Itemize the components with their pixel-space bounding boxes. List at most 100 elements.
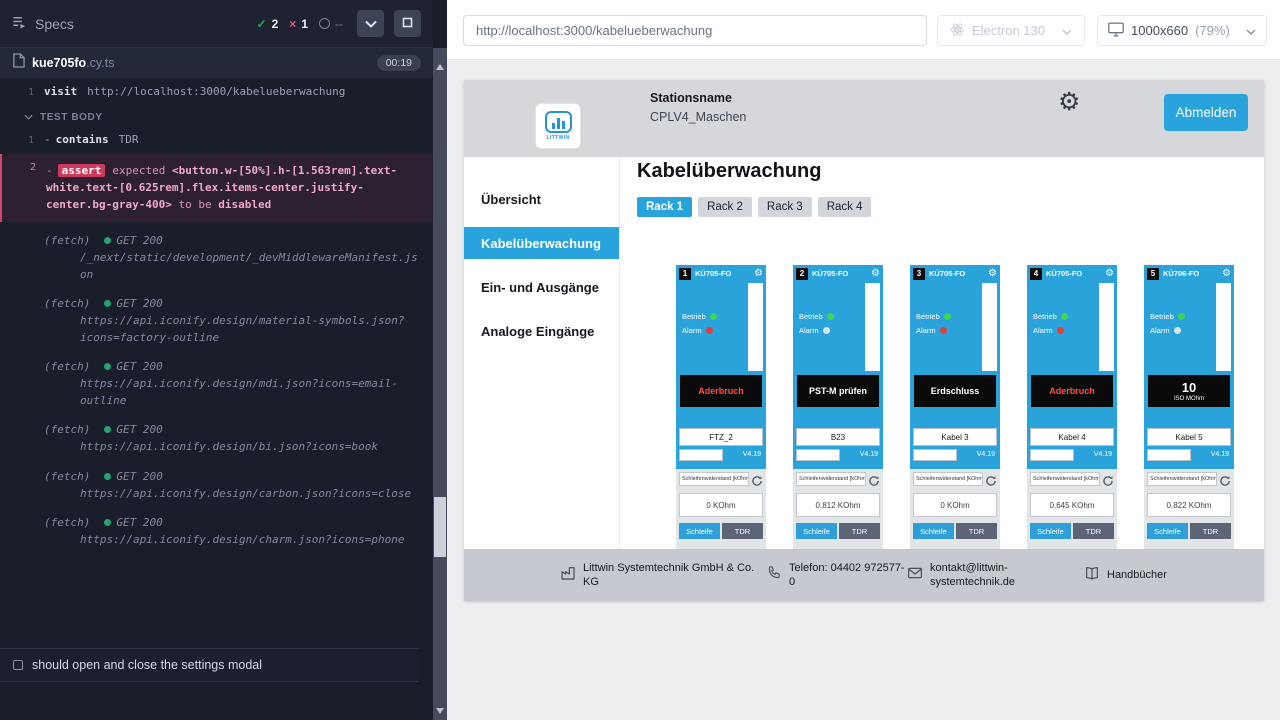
tdr-button[interactable]: TDR [839, 523, 880, 539]
pending-count: -- [335, 17, 343, 31]
chevron-down-icon [1246, 23, 1256, 38]
settings-gear-icon[interactable]: ⚙ [1058, 90, 1080, 115]
status-display: 10ISO MOhm [1148, 375, 1230, 407]
failed-assert-row[interactable]: 2 -assertexpected <button.w-[50%].h-[1.5… [0, 154, 433, 222]
fetch-log-row[interactable]: (fetch)GET 200 https://api.iconify.desig… [0, 423, 433, 456]
fetch-url: /_next/static/development/_devMiddleware… [80, 250, 419, 283]
contains-command-row[interactable]: 1 - contains TDR [0, 130, 433, 149]
schleife-button[interactable]: Schleife [1147, 523, 1188, 539]
browser-bar: Electron 130 1000x660 (79%) [447, 0, 1280, 60]
viewport-select[interactable]: 1000x660 (79%) [1097, 15, 1267, 46]
refresh-icon[interactable] [985, 474, 997, 486]
runner-scrollbar[interactable] [433, 48, 447, 720]
tdr-button[interactable]: TDR [1073, 523, 1114, 539]
resistance-label: Schleifenwiderstand [kOhm] [1033, 476, 1100, 482]
schleife-button[interactable]: Schleife [679, 523, 720, 539]
fetch-log-row[interactable]: (fetch)GET 200 https://api.iconify.desig… [0, 470, 433, 503]
scrollbar-thumb[interactable] [434, 497, 446, 557]
fetch-log-row[interactable]: (fetch)GET 200 https://api.iconify.desig… [0, 297, 433, 346]
level-meter [748, 283, 763, 371]
stop-button[interactable] [394, 10, 421, 37]
refresh-icon[interactable] [1102, 474, 1114, 486]
command-arg: http://localhost:3000/kabelueberwachung [87, 85, 345, 98]
resistance-label: Schleifenwiderstand [kOhm] [1150, 476, 1217, 482]
schleife-button[interactable]: Schleife [913, 523, 954, 539]
refresh-icon[interactable] [868, 474, 880, 486]
device-gear-icon[interactable]: ⚙ [1105, 269, 1114, 279]
schleife-button[interactable]: Schleife [796, 523, 837, 539]
stop-icon [402, 15, 413, 33]
company-name: Littwin Systemtechnik GmbH & Co. KG [583, 561, 771, 590]
tdr-button[interactable]: TDR [956, 523, 997, 539]
device-gear-icon[interactable]: ⚙ [1222, 269, 1231, 279]
level-meter [1099, 283, 1114, 371]
alarm-label: Alarm [916, 326, 936, 335]
viewport-icon [1108, 22, 1124, 40]
alarm-label: Alarm [1033, 326, 1053, 335]
fetch-method: GET 200 [116, 360, 162, 373]
refresh-icon[interactable] [751, 474, 763, 486]
assert-expected-word: expected [112, 164, 165, 177]
cable-name: B23 [796, 428, 880, 446]
device-card: 5KÜ706-FO⚙ Betrieb Alarm 10ISO MOhm Kabe… [1144, 265, 1234, 585]
status-subtext: ISO MOhm [1174, 396, 1204, 402]
collapse-button[interactable] [357, 10, 384, 37]
url-input[interactable] [463, 15, 927, 46]
device-card: 1KÜ705-FO⚙ Betrieb Alarm Aderbruch FTZ_2… [676, 265, 766, 585]
fetch-label: (fetch) [44, 234, 90, 247]
tdr-button[interactable]: TDR [1190, 523, 1231, 539]
visit-command-row[interactable]: 1 visit http://localhost:3000/kabelueber… [0, 82, 433, 101]
logout-button[interactable]: Abmelden [1164, 94, 1248, 131]
app-sidebar: Übersicht Kabelüberwachung Ein- und Ausg… [464, 157, 620, 601]
footer-phone: Telefon: 04402 972577-0 [767, 549, 907, 601]
device-number: 5 [1147, 268, 1159, 280]
failed-count: 1 [301, 17, 308, 31]
sidebar-item-uebersicht[interactable]: Übersicht [464, 183, 619, 215]
fetch-log-row[interactable]: (fetch)GET 200 /_next/static/development… [0, 234, 433, 283]
dash: - [46, 164, 53, 177]
firmware-version: V4.19 [977, 451, 995, 458]
device-gear-icon[interactable]: ⚙ [871, 269, 880, 279]
viewport-size: 1000x660 [1131, 23, 1188, 38]
sidebar-item-kabelueberwachung[interactable]: Kabelüberwachung [464, 227, 619, 259]
status-text: Aderbruch [698, 386, 744, 396]
spec-file-row[interactable]: kue705fo.cy.ts 00:19 [0, 48, 433, 78]
line-number: 1 [0, 135, 34, 146]
fetch-label: (fetch) [44, 360, 90, 373]
passed-stat: ✓2 [257, 17, 279, 31]
footer-manuals-link[interactable]: Handbücher [1084, 549, 1167, 601]
tab-rack-1[interactable]: Rack 1 [637, 197, 692, 217]
alarm-label: Alarm [1150, 326, 1170, 335]
book-icon [1084, 565, 1100, 586]
schleife-button[interactable]: Schleife [1030, 523, 1071, 539]
firmware-version: V4.19 [1211, 451, 1229, 458]
next-test-row[interactable]: should open and close the settings modal [0, 648, 419, 682]
alarm-label: Alarm [799, 326, 819, 335]
tab-rack-2[interactable]: Rack 2 [698, 197, 752, 217]
sidebar-item-analoge-eingaenge[interactable]: Analoge Eingänge [464, 315, 619, 347]
sidebar-item-ein-und-ausgaenge[interactable]: Ein- und Ausgänge [464, 271, 619, 303]
refresh-icon[interactable] [1219, 474, 1231, 486]
device-number: 1 [679, 268, 691, 280]
specs-menu-icon[interactable] [12, 14, 27, 34]
betrieb-led [944, 313, 951, 320]
level-meter [865, 283, 880, 371]
fetch-method: GET 200 [116, 297, 162, 310]
fetch-url: https://api.iconify.design/mdi.json?icon… [80, 376, 419, 409]
specs-label[interactable]: Specs [35, 16, 74, 32]
scroll-down-arrow[interactable] [433, 704, 447, 718]
test-body-toggle[interactable]: TEST BODY [0, 101, 433, 130]
browser-select[interactable]: Electron 130 [937, 15, 1085, 46]
fetch-log-row[interactable]: (fetch) GET 200 https://api.iconify.desig… [0, 360, 433, 409]
device-gear-icon[interactable]: ⚙ [988, 269, 997, 279]
scroll-up-arrow[interactable] [433, 60, 447, 74]
fetch-log-row[interactable]: (fetch)GET 200 https://api.iconify.desig… [0, 516, 433, 549]
command-name: contains [56, 133, 109, 146]
tab-rack-4[interactable]: Rack 4 [818, 197, 872, 217]
line-number: 2 [2, 162, 36, 213]
tdr-button[interactable]: TDR [722, 523, 763, 539]
tab-rack-3[interactable]: Rack 3 [758, 197, 812, 217]
betrieb-led [827, 313, 834, 320]
footer-email: kontakt@littwin-systemtechnik.de [907, 549, 1048, 601]
device-gear-icon[interactable]: ⚙ [754, 269, 763, 279]
